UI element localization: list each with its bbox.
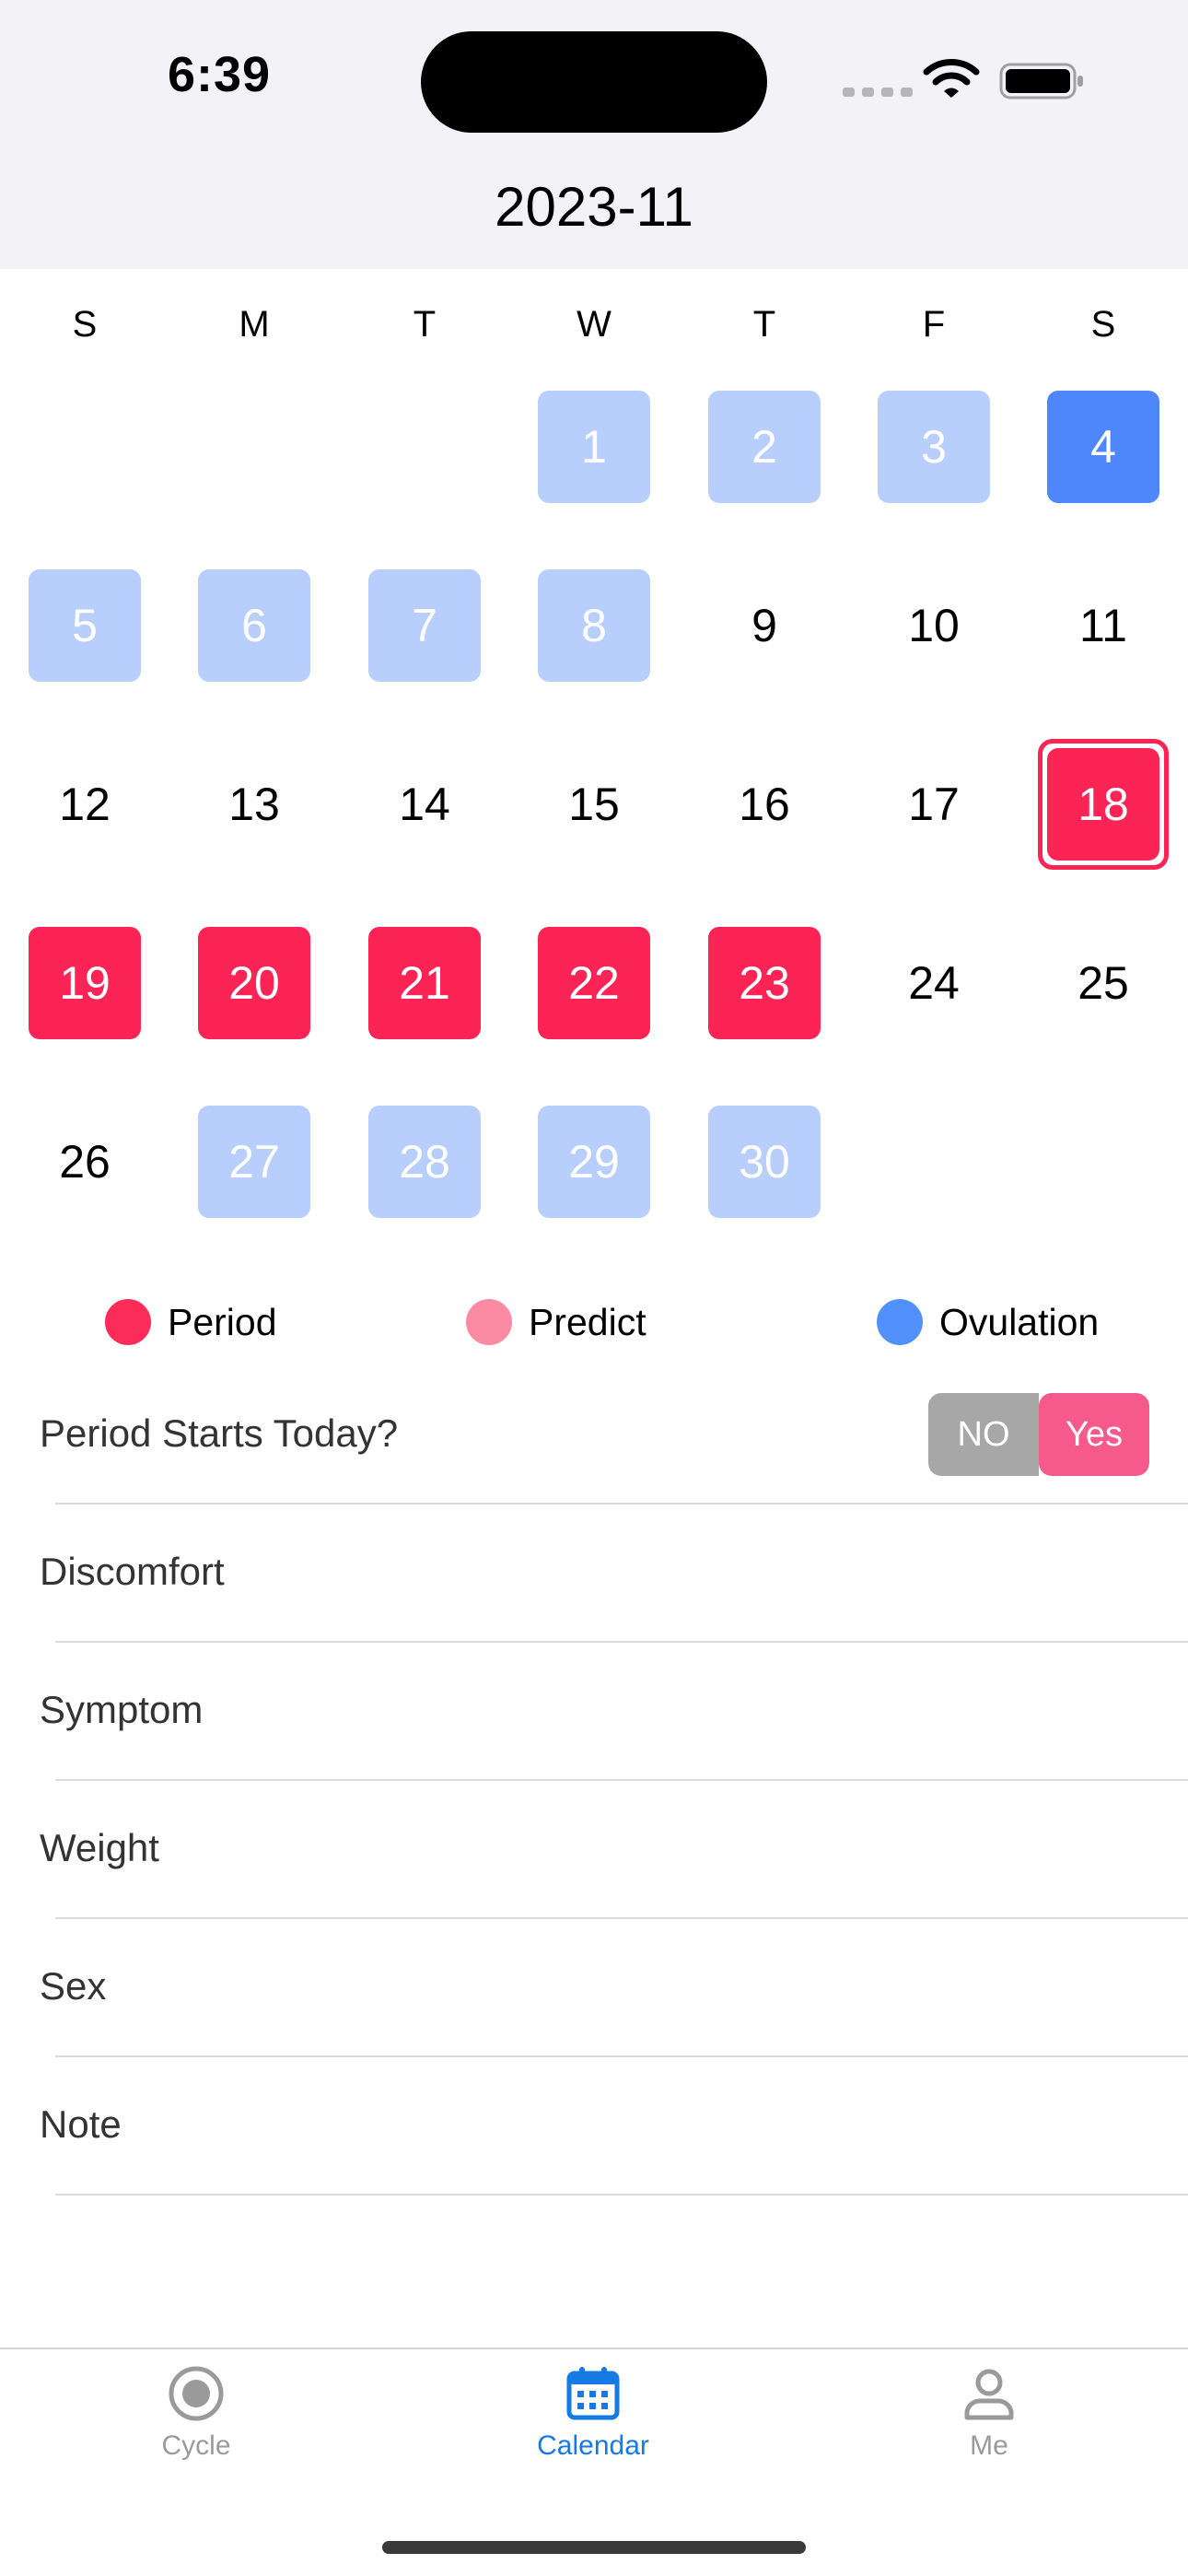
calendar-day-18[interactable]: 18 bbox=[1047, 748, 1159, 861]
calendar-day-12[interactable]: 12 bbox=[29, 748, 141, 861]
ovulation-dot-icon bbox=[877, 1299, 923, 1345]
tab-cycle-label: Cycle bbox=[161, 2430, 231, 2461]
calendar-day-3[interactable]: 3 bbox=[878, 391, 990, 503]
divider bbox=[55, 2055, 1188, 2057]
period-starts-question: Period Starts Today? bbox=[40, 1411, 399, 1455]
weekday-label: F bbox=[922, 304, 946, 345]
person-icon bbox=[964, 2369, 1014, 2420]
log-row-weight[interactable]: Weight bbox=[40, 1826, 159, 1870]
legend-ovulation-label: Ovulation bbox=[939, 1300, 1100, 1343]
battery-icon bbox=[999, 63, 1083, 100]
weekday-label: T bbox=[752, 304, 776, 345]
calendar-day-26[interactable]: 26 bbox=[29, 1106, 141, 1218]
calendar-day-6[interactable]: 6 bbox=[198, 569, 310, 682]
calendar-day-20[interactable]: 20 bbox=[198, 927, 310, 1039]
weekday-label: T bbox=[413, 304, 437, 345]
calendar-day-24[interactable]: 24 bbox=[878, 927, 990, 1039]
calendar-day-14[interactable]: 14 bbox=[368, 748, 481, 861]
weekday-label: W bbox=[577, 304, 611, 345]
divider bbox=[55, 1917, 1188, 1919]
calendar-day-27[interactable]: 27 bbox=[198, 1106, 310, 1218]
legend-ovulation: Ovulation bbox=[877, 1299, 1099, 1345]
weekday-label: S bbox=[72, 304, 98, 345]
toggle-yes-button[interactable]: Yes bbox=[1039, 1393, 1149, 1476]
calendar-day-8[interactable]: 8 bbox=[538, 569, 650, 682]
period-start-toggle: NO Yes bbox=[928, 1393, 1149, 1476]
calendar-day-17[interactable]: 17 bbox=[878, 748, 990, 861]
calendar-day-13[interactable]: 13 bbox=[198, 748, 310, 861]
divider bbox=[55, 1641, 1188, 1643]
divider bbox=[55, 2194, 1188, 2195]
calendar-day-22[interactable]: 22 bbox=[538, 927, 650, 1039]
wifi-icon bbox=[923, 59, 980, 98]
calendar-day-21[interactable]: 21 bbox=[368, 927, 481, 1039]
period-dot-icon bbox=[105, 1299, 151, 1345]
calendar-day-28[interactable]: 28 bbox=[368, 1106, 481, 1218]
status-time: 6:39 bbox=[168, 47, 272, 102]
calendar-day-15[interactable]: 15 bbox=[538, 748, 650, 861]
toggle-no-button[interactable]: NO bbox=[928, 1393, 1039, 1476]
calendar-day-23[interactable]: 23 bbox=[708, 927, 821, 1039]
calendar-day-10[interactable]: 10 bbox=[878, 569, 990, 682]
dynamic-island bbox=[421, 31, 767, 133]
log-row-note[interactable]: Note bbox=[40, 2102, 122, 2147]
month-title: 2023-11 bbox=[495, 176, 693, 238]
calendar-day-25[interactable]: 25 bbox=[1047, 927, 1159, 1039]
divider bbox=[55, 1779, 1188, 1781]
tab-calendar-label: Calendar bbox=[537, 2430, 649, 2461]
predict-dot-icon bbox=[466, 1299, 512, 1345]
log-row-discomfort[interactable]: Discomfort bbox=[40, 1550, 225, 1594]
calendar-day-30[interactable]: 30 bbox=[708, 1106, 821, 1218]
log-row-symptom[interactable]: Symptom bbox=[40, 1688, 203, 1732]
tab-bar-divider bbox=[0, 2348, 1188, 2349]
calendar-day-7[interactable]: 7 bbox=[368, 569, 481, 682]
legend-period: Period bbox=[105, 1299, 277, 1345]
calendar-day-5[interactable]: 5 bbox=[29, 569, 141, 682]
weekday-label: M bbox=[239, 304, 270, 345]
legend-predict: Predict bbox=[466, 1299, 646, 1345]
cellular-signal-icon bbox=[843, 88, 913, 97]
legend-predict-label: Predict bbox=[529, 1300, 646, 1343]
calendar-icon bbox=[566, 2367, 620, 2420]
calendar-day-1[interactable]: 1 bbox=[538, 391, 650, 503]
tab-calendar[interactable]: Calendar bbox=[501, 2364, 685, 2462]
home-indicator bbox=[382, 2541, 806, 2554]
calendar-day-19[interactable]: 19 bbox=[29, 927, 141, 1039]
tab-cycle[interactable]: Cycle bbox=[104, 2364, 288, 2462]
divider bbox=[55, 1503, 1188, 1505]
legend-period-label: Period bbox=[168, 1300, 277, 1343]
tab-me[interactable]: Me bbox=[897, 2364, 1081, 2462]
weekday-label: S bbox=[1090, 304, 1116, 345]
calendar-day-11[interactable]: 11 bbox=[1047, 569, 1159, 682]
calendar-day-29[interactable]: 29 bbox=[538, 1106, 650, 1218]
target-icon bbox=[169, 2366, 224, 2421]
calendar-day-2[interactable]: 2 bbox=[708, 391, 821, 503]
log-row-sex[interactable]: Sex bbox=[40, 1964, 106, 2008]
calendar-day-9[interactable]: 9 bbox=[708, 569, 821, 682]
tab-me-label: Me bbox=[970, 2430, 1008, 2461]
calendar-day-4[interactable]: 4 bbox=[1047, 391, 1159, 503]
calendar-day-16[interactable]: 16 bbox=[708, 748, 821, 861]
